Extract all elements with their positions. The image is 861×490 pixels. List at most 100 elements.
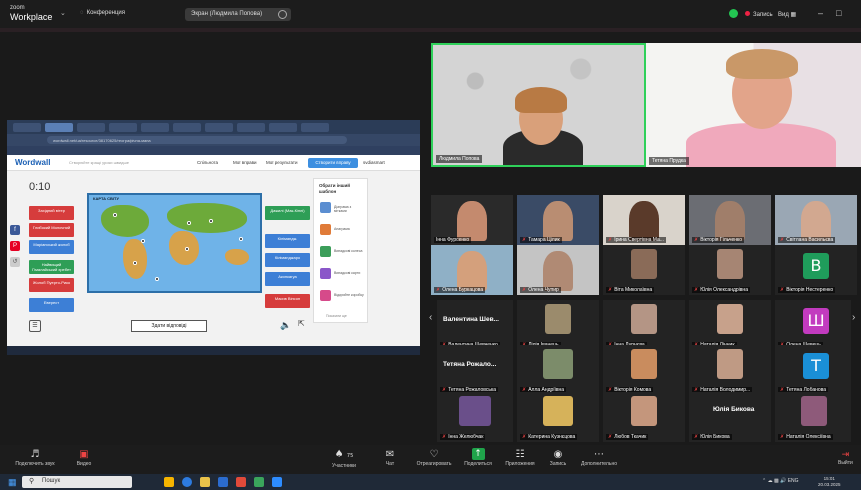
leave-button[interactable]: ⇥ Выйти (838, 449, 853, 466)
label-aconcagua[interactable]: Аконкагуа (265, 272, 310, 286)
edge-icon[interactable] (182, 477, 192, 487)
share-screen-button[interactable]: ↑ Поделиться (460, 448, 496, 467)
map-pin[interactable] (239, 237, 243, 241)
map-pin[interactable] (113, 213, 117, 217)
map-pin[interactable] (209, 219, 213, 223)
participant-tile[interactable]: ✗ Ірина Свертівна Ма... (603, 195, 685, 245)
label-deep-milky[interactable]: Глибокий Молочний (29, 223, 74, 237)
react-button[interactable]: ♡ Отреагировать (412, 448, 456, 467)
shared-screen[interactable]: wordwall.net/ua/resource/38170625/геогра… (7, 120, 420, 355)
chrome-icon[interactable] (236, 477, 246, 487)
apps-button[interactable]: ☷ Приложения (500, 448, 540, 467)
template-item[interactable]: Випадкові колеса (320, 245, 364, 259)
participant-tile[interactable]: ✗ Вікторія Комова (603, 345, 685, 395)
pinterest-icon[interactable]: P (10, 241, 20, 251)
participant-tile[interactable]: ✗ Олена Буркацова (431, 245, 513, 295)
participant-tile[interactable]: ✗ Юлія Олександрівна (689, 245, 771, 295)
participant-tile[interactable]: ✗ Світлана Васильєва (775, 195, 857, 245)
browser-tab[interactable] (141, 123, 169, 132)
participant-tile[interactable]: ✗Наталія Лінник (689, 300, 771, 350)
participant-tile[interactable]: ✗ Наталія Володимир... (689, 345, 771, 395)
url-field[interactable]: wordwall.net/ua/resource/38170625/геогра… (47, 136, 347, 144)
nav-my-results[interactable]: Мої результати (266, 160, 297, 165)
world-map[interactable]: КАРТА СВІТУ (87, 193, 262, 293)
system-tray[interactable]: ⌃ ☁ ▩ 🔊 ENG (762, 478, 799, 484)
taskbar-search[interactable]: ⚲ Пошук (22, 476, 132, 488)
nav-community[interactable]: Спільнота (197, 160, 218, 165)
security-shield-icon[interactable] (729, 9, 738, 18)
label-everest[interactable]: Еверест (29, 298, 74, 312)
label-kilimanj[interactable]: Кілімандж. (265, 234, 310, 248)
template-item[interactable]: Діаграма з мітками (320, 201, 364, 215)
map-pin[interactable] (155, 277, 159, 281)
share-icon[interactable]: ↺ (10, 257, 20, 267)
participant-tile[interactable]: ✗ Наталія Олексіївна (775, 392, 851, 442)
participant-tile[interactable]: ✗ Віта Миколаївна (603, 245, 685, 295)
create-activity-button[interactable]: Створити вправу (308, 158, 358, 168)
gallery-next-icon[interactable]: › (852, 312, 855, 323)
chevron-down-icon[interactable]: ⌄ (60, 9, 66, 17)
nav-my-activities[interactable]: Мої вправи (233, 160, 257, 165)
label-himalaya[interactable]: Найвищий Гімалайський хребет (29, 260, 74, 274)
map-pin[interactable] (185, 247, 189, 251)
windows-start-icon[interactable]: ▦ (8, 478, 17, 487)
browser-tab[interactable] (237, 123, 265, 132)
speaker-icon[interactable]: 🔈 (280, 320, 291, 331)
gallery-prev-icon[interactable]: ‹ (429, 312, 432, 323)
participant-tile[interactable]: ✗ Любов Ткачик (603, 392, 685, 442)
explorer-icon[interactable] (200, 477, 210, 487)
chat-button[interactable]: ✉ Чат (376, 448, 404, 467)
label-west-wind[interactable]: Західний вітер (29, 206, 74, 220)
show-more-link[interactable]: Показати ще (326, 314, 347, 318)
label-denali[interactable]: Дажилі (Мак-Кінлі) (265, 206, 310, 220)
wordwall-logo[interactable]: Wordwall (15, 158, 50, 167)
participants-button[interactable]: ♠ 75 Участники (322, 448, 366, 469)
minimize-icon[interactable]: – (818, 8, 823, 18)
participant-tile[interactable]: Ш✗Олена Шевець (775, 300, 851, 350)
fullscreen-icon[interactable]: ⇱ (298, 319, 305, 328)
participant-tile[interactable]: ✗ Катерина Кузнєцова (517, 392, 599, 442)
map-pin[interactable] (187, 221, 191, 225)
participant-tile[interactable]: Інна Фурсенко (431, 195, 513, 245)
join-audio-button[interactable]: ♬ Подключить звук (10, 448, 60, 467)
label-puerto-rico-trench[interactable]: Жолоб Пуерто-Рико (29, 278, 74, 292)
label-vinson[interactable]: Масив Вінсон (265, 294, 310, 308)
label-kilimanjaro[interactable]: Кіліманджаро (265, 253, 310, 267)
browser-tab[interactable] (109, 123, 137, 132)
word-icon[interactable] (218, 477, 228, 487)
participant-tile[interactable]: ✗ Тамара Цілик (517, 195, 599, 245)
participant-tile[interactable]: Тетяна Рожало... ✗ Тетяна Рожаловська (437, 345, 513, 395)
browser-tab[interactable] (173, 123, 201, 132)
participant-tile[interactable]: Валентина Шев...✗Валентина Шевченко (437, 300, 513, 350)
video-button[interactable]: ▣ Видео (64, 448, 104, 467)
browser-tab[interactable] (77, 123, 105, 132)
speaker-tile[interactable]: Тетяна Прудка (646, 43, 861, 167)
label-mariana-trench[interactable]: Маріанський жолоб (29, 240, 74, 254)
browser-tab[interactable] (269, 123, 297, 132)
participant-tile[interactable]: ✗ Вікторія Гільченко (689, 195, 771, 245)
participant-tile[interactable]: Т ✗ Тетяна Лобанова (775, 345, 851, 395)
recording-indicator[interactable]: Запись (745, 11, 773, 18)
participant-tile[interactable]: В ✗ Вікторія Нестеренко (775, 245, 857, 295)
participant-tile[interactable]: ✗Інна Дурнєва (603, 300, 685, 350)
participant-tile[interactable]: ✗Лілія Іванець (517, 300, 599, 350)
browser-tab-active[interactable] (45, 123, 73, 132)
screen-share-indicator[interactable]: Экран (Людмила Попова) (185, 8, 291, 21)
taskbar-app-icon[interactable] (164, 477, 174, 487)
template-item[interactable]: Анаграма (320, 223, 364, 237)
user-menu[interactable]: svdiasmart (363, 160, 385, 165)
browser-tab[interactable] (13, 123, 41, 132)
more-button[interactable]: ⋯ Дополнительно (576, 448, 622, 467)
participant-tile[interactable]: ✗ Інна Желюбчак (437, 392, 513, 442)
template-item[interactable]: Відкрийте коробку (320, 289, 364, 303)
submit-answers-button[interactable]: Здати відповіді (131, 320, 207, 332)
speaker-tile-active[interactable]: Людмила Попова (431, 43, 646, 167)
browser-tab[interactable] (205, 123, 233, 132)
map-pin[interactable] (141, 239, 145, 243)
system-clock[interactable]: 15:01 20.03.2025 (818, 476, 841, 488)
participant-tile[interactable]: ✗ Олена Чупир (517, 245, 599, 295)
facebook-icon[interactable]: f (10, 225, 20, 235)
template-item[interactable]: Випадкові карти (320, 267, 364, 281)
view-button[interactable]: Вид ▦ (778, 11, 796, 18)
map-pin[interactable] (133, 261, 137, 265)
